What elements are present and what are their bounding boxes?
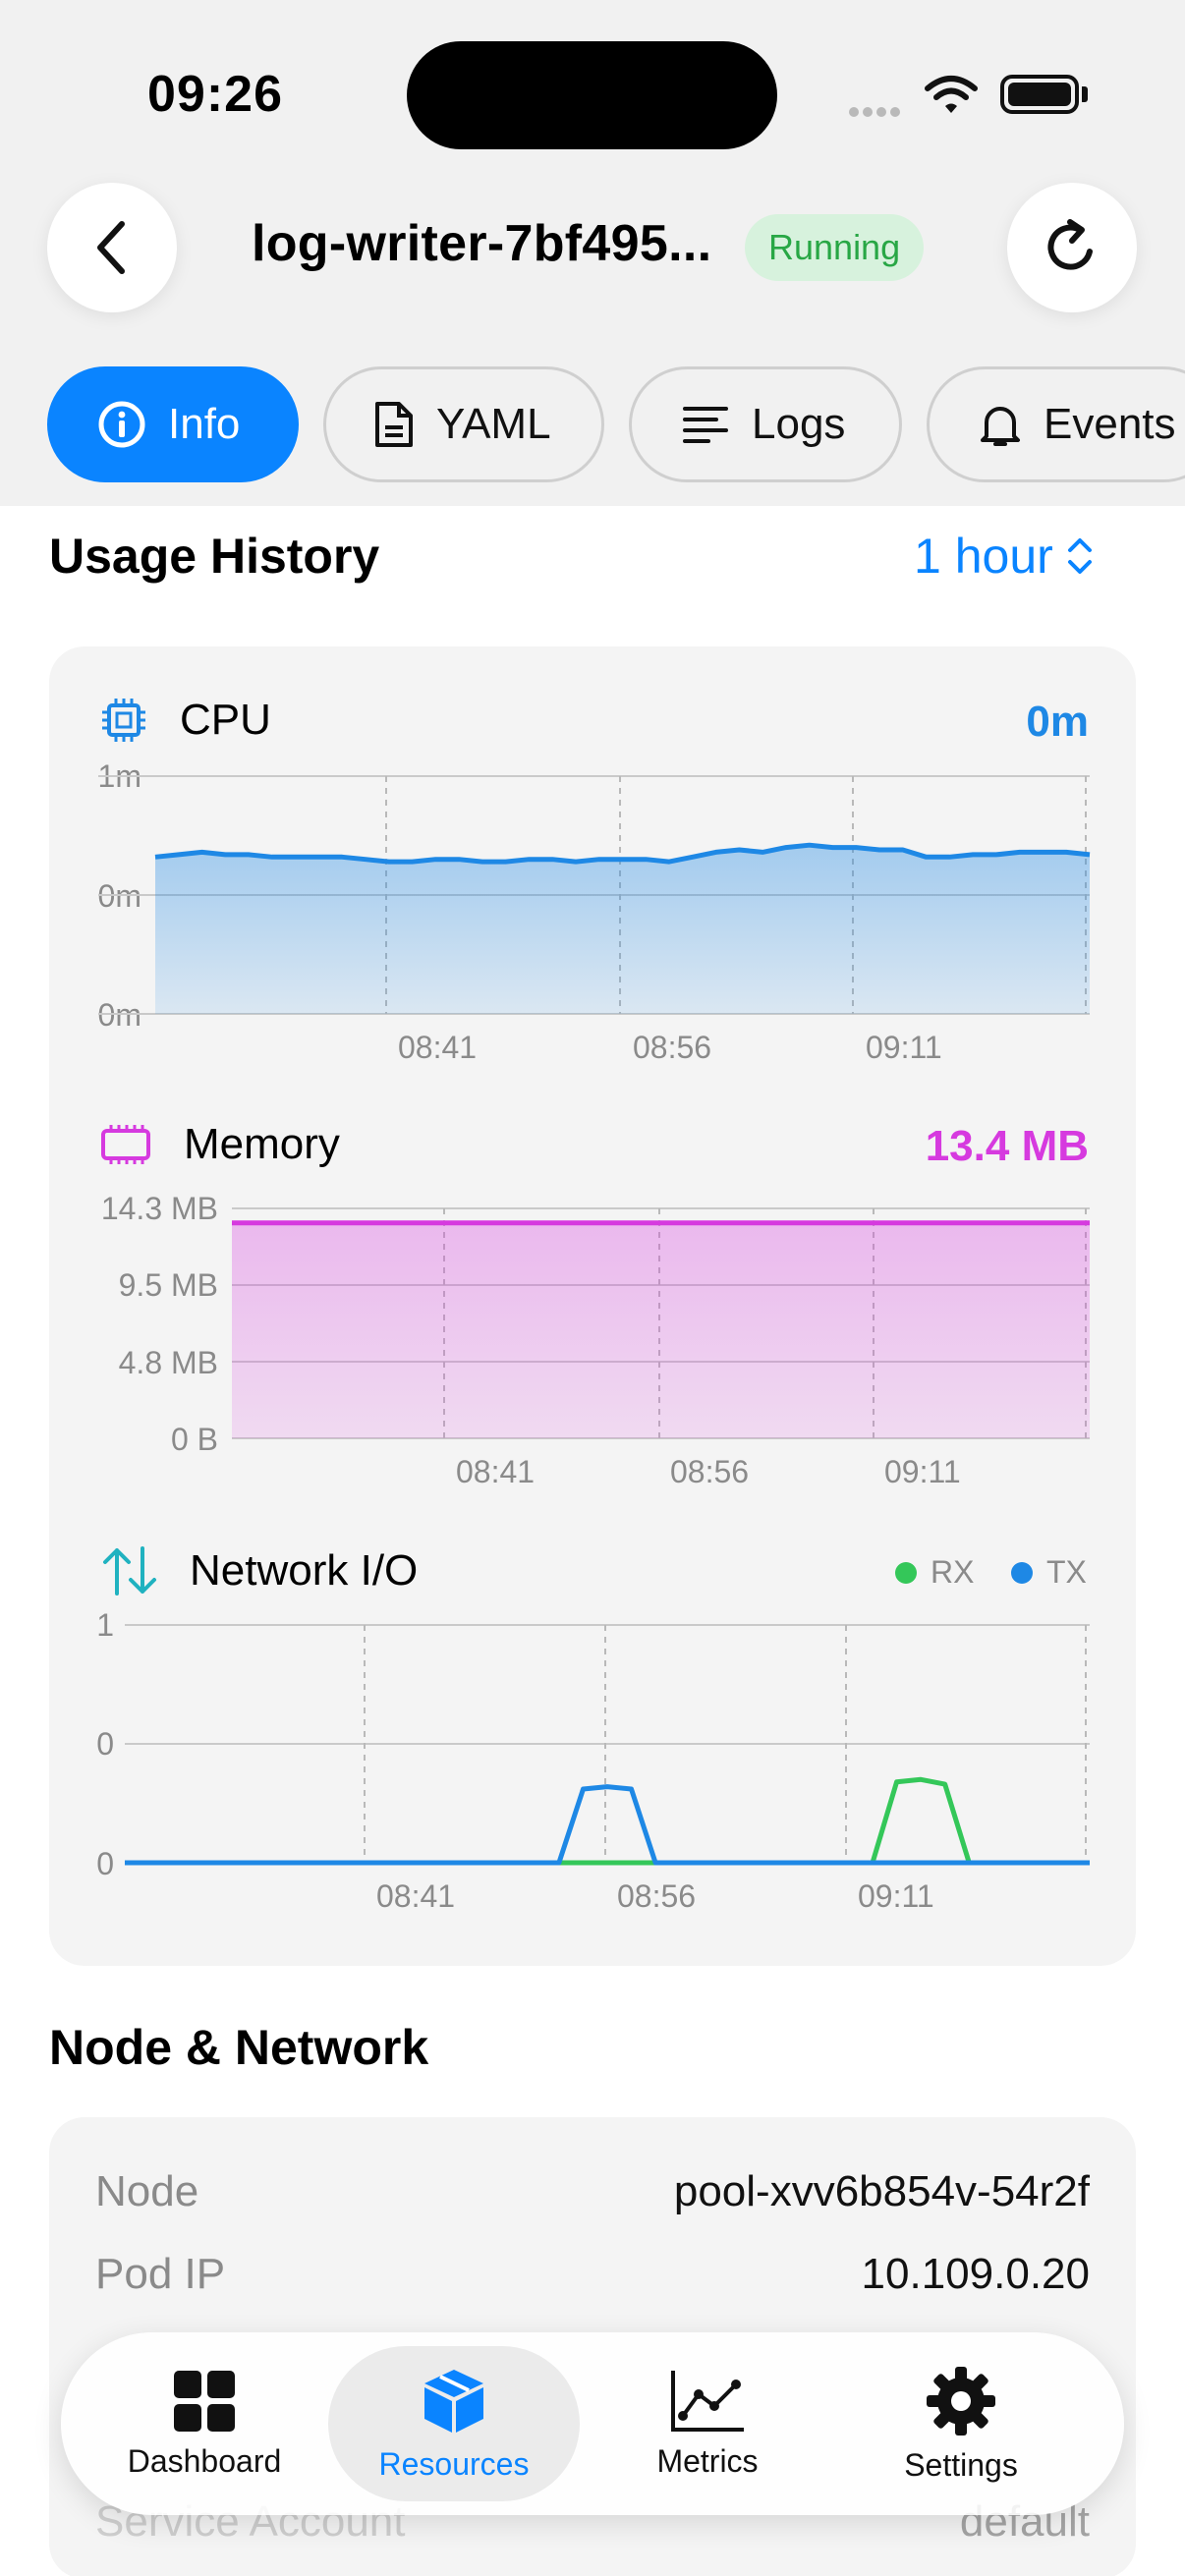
nav-resources[interactable]: Resources: [328, 2346, 580, 2501]
network-chart: [125, 1624, 1090, 1866]
network-tx-line: [125, 1784, 1090, 1866]
nav-settings[interactable]: Settings: [835, 2346, 1087, 2501]
gear-icon: [927, 2366, 995, 2436]
nav-label: Metrics: [656, 2442, 759, 2479]
cube-icon: [424, 2369, 483, 2433]
nav-label: Resources: [378, 2445, 530, 2482]
pod-ip-label: Pod IP: [95, 2250, 226, 2298]
pod-ip-value: 10.109.0.20: [861, 2250, 1090, 2298]
nav-dashboard[interactable]: Dashboard: [79, 2346, 330, 2501]
network-rx-line: [125, 1776, 1090, 1866]
network-x-tick: 08:41: [376, 1878, 456, 1914]
node-value: pool-xvv6b854v-54r2f: [673, 2167, 1090, 2215]
network-x-tick: 08:56: [617, 1878, 697, 1914]
bottom-tab-bar: Dashboard Resources Metrics Settings: [61, 2332, 1124, 2515]
node-label: Node: [95, 2167, 199, 2215]
nav-label: Settings: [904, 2446, 1018, 2483]
nav-metrics[interactable]: Metrics: [582, 2346, 833, 2501]
node-network-title: Node & Network: [49, 2020, 429, 2075]
nav-label: Dashboard: [127, 2442, 282, 2479]
line-chart-icon: [671, 2370, 744, 2432]
network-x-tick: 09:11: [858, 1878, 934, 1914]
grid-icon: [174, 2370, 235, 2432]
